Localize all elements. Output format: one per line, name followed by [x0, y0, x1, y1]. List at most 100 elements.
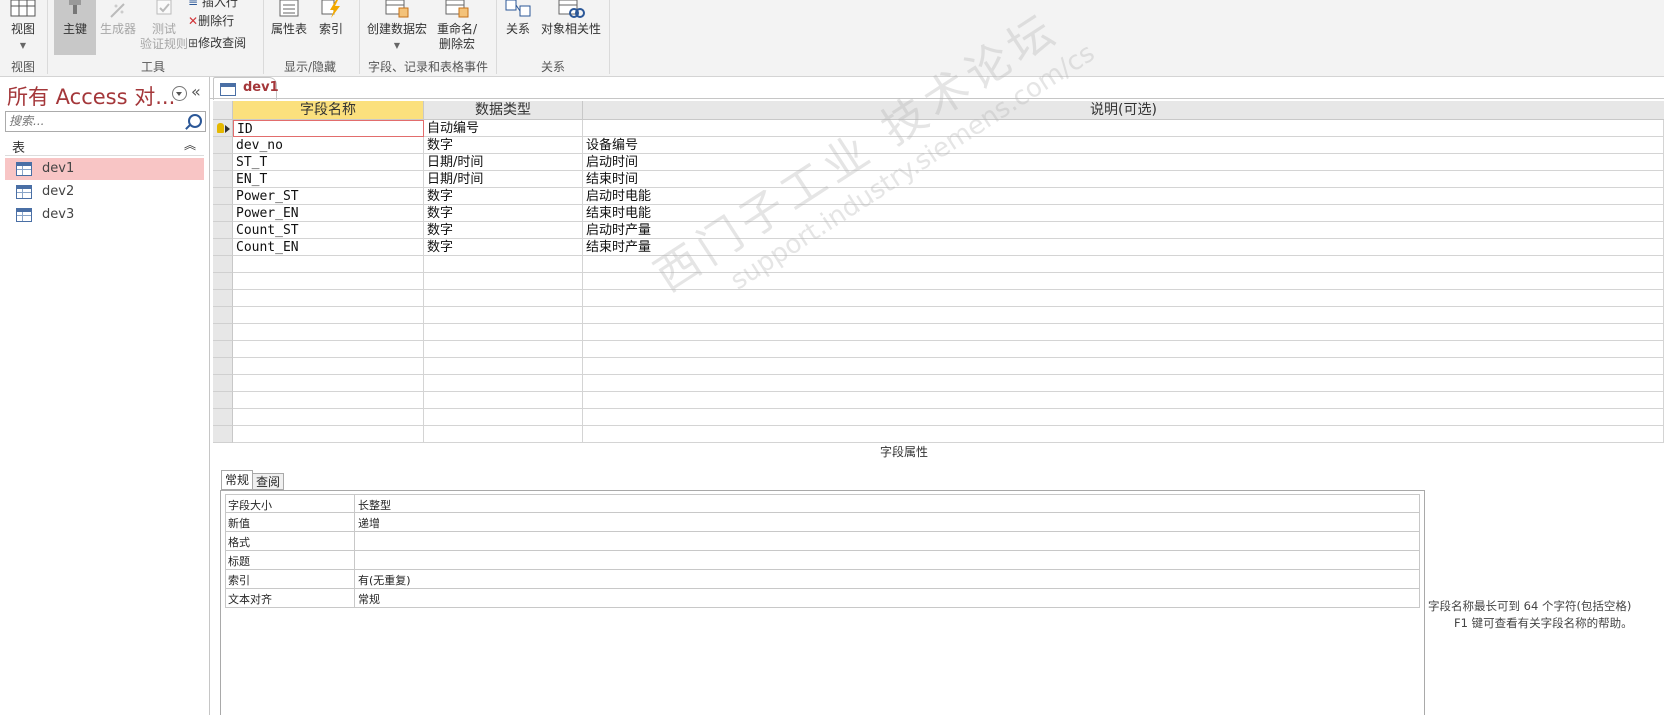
- data-type-cell[interactable]: [424, 307, 583, 324]
- data-type-cell[interactable]: [424, 341, 583, 358]
- nav-item-dev3[interactable]: dev3: [5, 204, 204, 226]
- modify-lookup-button[interactable]: ⊞修改查阅: [188, 34, 246, 51]
- row-selector[interactable]: [213, 358, 233, 375]
- create-data-macro-button[interactable]: 创建数据宏 ▼: [364, 0, 430, 53]
- field-name-cell[interactable]: [233, 426, 424, 443]
- property-row-indexed[interactable]: 索引 有(无重复): [225, 570, 1420, 589]
- indexes-button[interactable]: 索引: [314, 0, 348, 37]
- tab-general[interactable]: 常规: [221, 470, 254, 490]
- document-tab-dev1[interactable]: dev1: [213, 77, 279, 100]
- field-name-cell[interactable]: Power_EN: [233, 205, 424, 222]
- row-selector[interactable]: [213, 205, 233, 222]
- view-button[interactable]: 视图 ▼: [5, 22, 41, 53]
- description-cell[interactable]: [583, 273, 1664, 290]
- row-selector[interactable]: [213, 307, 233, 324]
- description-cell[interactable]: 设备编号: [583, 137, 1664, 154]
- field-name-cell[interactable]: Count_EN: [233, 239, 424, 256]
- description-cell[interactable]: 结束时电能: [583, 205, 1664, 222]
- relationships-button[interactable]: 关系: [500, 0, 536, 37]
- data-type-cell[interactable]: 自动编号: [424, 120, 583, 137]
- test-validation-rules-button[interactable]: 测试 验证规则: [138, 0, 190, 52]
- field-name-cell[interactable]: [233, 341, 424, 358]
- data-type-cell[interactable]: [424, 290, 583, 307]
- description-cell[interactable]: [583, 341, 1664, 358]
- row-selector[interactable]: [213, 137, 233, 154]
- property-row-caption[interactable]: 标题: [225, 551, 1420, 570]
- object-dependencies-button[interactable]: 对象相关性: [538, 0, 604, 37]
- data-type-cell[interactable]: [424, 392, 583, 409]
- description-cell[interactable]: 结束时间: [583, 171, 1664, 188]
- data-type-cell[interactable]: [424, 273, 583, 290]
- property-row-new-values[interactable]: 新值 递增: [225, 513, 1420, 532]
- primary-key-button[interactable]: 主键: [54, 0, 96, 55]
- field-name-cell[interactable]: [233, 375, 424, 392]
- field-name-cell[interactable]: Power_ST: [233, 188, 424, 205]
- data-type-cell[interactable]: [424, 256, 583, 273]
- nav-item-dev1[interactable]: dev1: [5, 158, 204, 180]
- property-row-format[interactable]: 格式: [225, 532, 1420, 551]
- data-type-cell[interactable]: 日期/时间: [424, 171, 583, 188]
- row-selector[interactable]: [213, 256, 233, 273]
- insert-row-button[interactable]: ≡ 插入行: [188, 0, 238, 10]
- field-name-cell[interactable]: ID: [233, 120, 424, 137]
- row-selector[interactable]: [213, 171, 233, 188]
- field-name-cell[interactable]: EN_T: [233, 171, 424, 188]
- description-cell[interactable]: [583, 324, 1664, 341]
- tab-lookup[interactable]: 查阅: [252, 473, 285, 490]
- field-name-cell[interactable]: [233, 409, 424, 426]
- delete-row-button[interactable]: ✕删除行: [188, 12, 234, 29]
- row-selector[interactable]: [213, 273, 233, 290]
- data-type-cell[interactable]: 数字: [424, 205, 583, 222]
- description-cell[interactable]: [583, 256, 1664, 273]
- row-selector[interactable]: [213, 426, 233, 443]
- description-cell[interactable]: [583, 120, 1664, 137]
- description-cell[interactable]: [583, 290, 1664, 307]
- builder-button[interactable]: 生成器: [96, 0, 140, 37]
- description-cell[interactable]: 结束时产量: [583, 239, 1664, 256]
- description-cell[interactable]: 启动时间: [583, 154, 1664, 171]
- data-type-cell[interactable]: [424, 375, 583, 392]
- description-cell[interactable]: [583, 307, 1664, 324]
- row-selector[interactable]: [213, 154, 233, 171]
- row-selector[interactable]: [213, 239, 233, 256]
- data-type-cell[interactable]: [424, 409, 583, 426]
- grid-corner[interactable]: [213, 101, 233, 120]
- nav-item-dev2[interactable]: dev2: [5, 181, 204, 203]
- description-cell[interactable]: [583, 426, 1664, 443]
- description-cell[interactable]: [583, 375, 1664, 392]
- row-selector[interactable]: [213, 222, 233, 239]
- field-name-cell[interactable]: [233, 273, 424, 290]
- row-selector[interactable]: [213, 290, 233, 307]
- description-cell[interactable]: [583, 358, 1664, 375]
- row-selector[interactable]: [213, 409, 233, 426]
- row-selector[interactable]: [213, 375, 233, 392]
- row-selector[interactable]: [213, 324, 233, 341]
- description-cell[interactable]: [583, 409, 1664, 426]
- shutter-bar-collapse-icon[interactable]: «: [191, 82, 201, 101]
- data-type-cell[interactable]: [424, 324, 583, 341]
- description-cell[interactable]: 启动时电能: [583, 188, 1664, 205]
- data-type-cell[interactable]: 日期/时间: [424, 154, 583, 171]
- property-sheet-button[interactable]: 属性表: [268, 0, 310, 37]
- field-name-cell[interactable]: [233, 324, 424, 341]
- data-type-cell[interactable]: [424, 358, 583, 375]
- field-name-cell[interactable]: [233, 358, 424, 375]
- nav-pane-title[interactable]: 所有 Access 对...: [7, 81, 175, 111]
- data-type-cell[interactable]: 数字: [424, 222, 583, 239]
- row-selector[interactable]: [213, 341, 233, 358]
- data-type-cell[interactable]: 数字: [424, 137, 583, 154]
- field-name-cell[interactable]: [233, 392, 424, 409]
- description-cell[interactable]: [583, 392, 1664, 409]
- field-name-cell[interactable]: dev_no: [233, 137, 424, 154]
- rename-delete-macro-button[interactable]: 重命名/删除宏: [430, 0, 484, 52]
- row-selector[interactable]: [213, 392, 233, 409]
- nav-menu-dropdown-icon[interactable]: [172, 86, 187, 101]
- field-name-cell[interactable]: [233, 256, 424, 273]
- field-name-cell[interactable]: [233, 290, 424, 307]
- property-row-field-size[interactable]: 字段大小 长整型: [225, 494, 1420, 513]
- nav-section-header-tables[interactable]: 表 ︽: [5, 136, 204, 156]
- data-type-cell[interactable]: [424, 426, 583, 443]
- field-name-cell[interactable]: [233, 307, 424, 324]
- data-type-cell[interactable]: 数字: [424, 239, 583, 256]
- nav-search-input[interactable]: [6, 112, 184, 129]
